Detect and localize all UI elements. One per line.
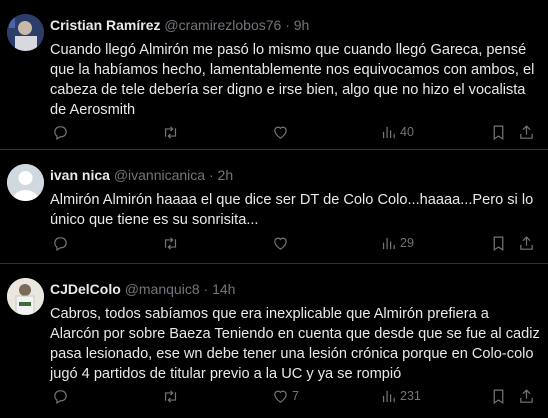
bookmark-button[interactable] [490, 121, 507, 143]
separator: · [203, 281, 209, 297]
share-icon [520, 124, 533, 139]
tweet[interactable]: Cristian Ramírez @cramirezlobos76 · 9h C… [0, 0, 548, 150]
bookmark-icon [493, 125, 504, 140]
retweet-icon [164, 236, 177, 250]
author-name[interactable]: Cristian Ramírez [50, 17, 160, 33]
views-icon [382, 237, 395, 249]
bookmark-button[interactable] [490, 232, 507, 254]
action-bar: 29 [50, 232, 540, 254]
separator: · [208, 167, 214, 183]
views-icon [382, 390, 395, 402]
reply-icon [54, 125, 67, 140]
reply-button[interactable] [52, 385, 72, 407]
share-button[interactable] [518, 385, 535, 407]
like-icon [274, 126, 287, 139]
bookmark-button[interactable] [490, 385, 507, 407]
action-bar: 7 231 [50, 385, 540, 407]
tweet-text: Cabros, todos sabíamos que era inexplica… [50, 306, 540, 382]
views-button[interactable]: 40 [380, 121, 414, 143]
timestamp[interactable]: 9h [294, 17, 310, 33]
action-bar: 40 [50, 121, 540, 143]
like-button[interactable] [272, 121, 292, 143]
views-count: 29 [400, 236, 414, 250]
like-button[interactable]: 7 [272, 385, 299, 407]
author-name[interactable]: CJDelColo [50, 281, 121, 297]
timestamp[interactable]: 14h [212, 281, 235, 297]
reply-icon [54, 389, 67, 404]
reply-button[interactable] [52, 232, 72, 254]
tweet[interactable]: ivan nica @ivannicanica · 2h Almirón Alm… [0, 150, 548, 264]
author-handle[interactable]: @manquic8 [125, 281, 200, 297]
views-count: 231 [400, 389, 421, 403]
timestamp[interactable]: 2h [218, 167, 234, 183]
reply-button[interactable] [52, 121, 72, 143]
retweet-icon [164, 389, 177, 403]
share-button[interactable] [518, 232, 535, 254]
views-button[interactable]: 29 [380, 232, 414, 254]
avatar[interactable] [7, 278, 44, 315]
like-icon [274, 237, 287, 250]
views-button[interactable]: 231 [380, 385, 421, 407]
like-count: 7 [292, 389, 299, 403]
avatar[interactable] [7, 164, 44, 201]
views-count: 40 [400, 125, 414, 139]
like-icon [274, 390, 287, 403]
retweet-button[interactable] [162, 385, 182, 407]
views-icon [382, 126, 395, 138]
bookmark-icon [493, 389, 504, 404]
tweet-text: Almirón Almirón haaaa el que dice ser DT… [50, 192, 534, 228]
share-button[interactable] [518, 121, 535, 143]
like-button[interactable] [272, 232, 292, 254]
tweet[interactable]: CJDelColo @manquic8 · 14h Cabros, todos … [0, 264, 548, 418]
retweet-button[interactable] [162, 121, 182, 143]
reply-icon [54, 236, 67, 251]
author-handle[interactable]: @ivannicanica [114, 167, 205, 183]
author-handle[interactable]: @cramirezlobos76 [164, 17, 281, 33]
avatar[interactable] [7, 14, 44, 51]
share-icon [520, 388, 533, 403]
share-icon [520, 235, 533, 250]
retweet-button[interactable] [162, 232, 182, 254]
separator: · [285, 17, 290, 33]
author-name[interactable]: ivan nica [50, 167, 110, 183]
bookmark-icon [493, 236, 504, 251]
retweet-icon [164, 125, 177, 139]
tweet-text: Cuando llegó Almirón me pasó lo mismo qu… [50, 42, 535, 118]
